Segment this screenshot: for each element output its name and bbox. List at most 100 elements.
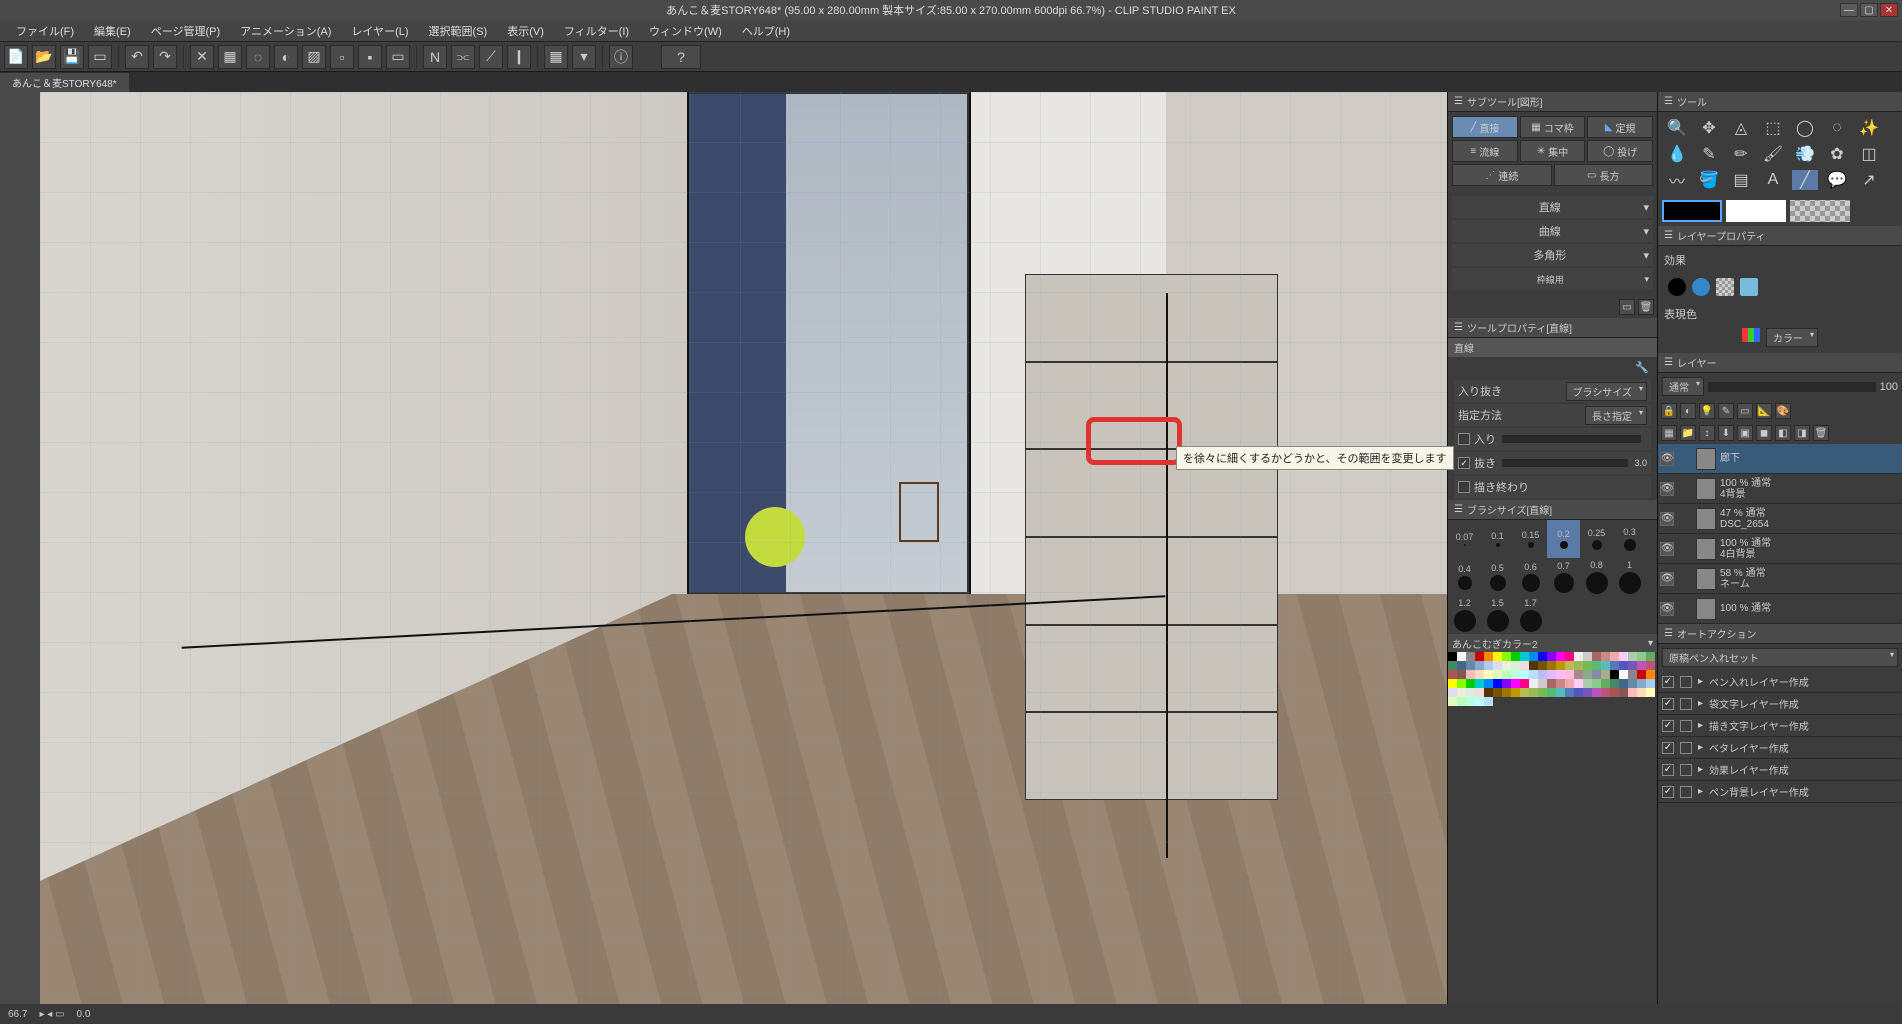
subtool-direct[interactable]: ╱直接 xyxy=(1452,116,1518,138)
action-checkbox[interactable]: ✓ xyxy=(1662,720,1674,732)
select-tool[interactable]: ◌ xyxy=(1824,118,1850,138)
menu-selection[interactable]: 選択範囲(S) xyxy=(419,23,498,39)
color-swatch[interactable] xyxy=(1637,670,1646,679)
action-row[interactable]: ✓ ▸ 袋文字レイヤー作成 xyxy=(1658,693,1902,715)
action-checkbox[interactable]: ✓ xyxy=(1662,742,1674,754)
action-toggle[interactable] xyxy=(1680,764,1692,776)
color-swatch[interactable] xyxy=(1628,670,1637,679)
color-swatch[interactable] xyxy=(1484,670,1493,679)
minimize-button[interactable]: — xyxy=(1840,3,1858,17)
color-swatch[interactable] xyxy=(1565,679,1574,688)
in-checkbox[interactable] xyxy=(1458,433,1470,445)
color-swatch[interactable] xyxy=(1502,670,1511,679)
menu-filter[interactable]: フィルター(I) xyxy=(554,23,639,39)
color-swatch[interactable] xyxy=(1502,688,1511,697)
visibility-icon[interactable]: 👁 xyxy=(1660,572,1674,586)
menu-view[interactable]: 表示(V) xyxy=(497,23,554,39)
select-all-button[interactable]: ▦ xyxy=(218,45,242,69)
color-swatch[interactable] xyxy=(1448,697,1457,706)
layer-color-icon[interactable] xyxy=(1740,278,1758,296)
chevron-down-icon[interactable]: ▾ xyxy=(1648,638,1653,649)
layer-transfer-icon[interactable]: ↕ xyxy=(1699,425,1715,441)
color-swatch[interactable] xyxy=(1511,652,1520,661)
color-swatch[interactable] xyxy=(1565,661,1574,670)
color-swatch[interactable] xyxy=(1511,688,1520,697)
color-swatch[interactable] xyxy=(1565,688,1574,697)
snap-ruler-button[interactable]: N xyxy=(423,45,447,69)
color-swatch[interactable] xyxy=(1493,670,1502,679)
brush-size-0.07[interactable]: 0.07 xyxy=(1448,520,1481,558)
shrink-button[interactable]: ▪ xyxy=(358,45,382,69)
layer-ref-icon[interactable]: 💡 xyxy=(1699,403,1715,419)
new-subtool-button[interactable]: ▭ xyxy=(1619,299,1635,315)
color-swatch[interactable] xyxy=(1583,670,1592,679)
color-swatch[interactable] xyxy=(1547,670,1556,679)
delete-subtool-button[interactable]: 🗑 xyxy=(1638,299,1654,315)
color-swatch[interactable] xyxy=(1475,670,1484,679)
correct-tool[interactable]: ↗ xyxy=(1856,170,1882,190)
canvas-button[interactable]: ▭ xyxy=(88,45,112,69)
color-swatch[interactable] xyxy=(1592,670,1601,679)
color-swatch[interactable] xyxy=(1628,688,1637,697)
brush-size-1[interactable]: 1 xyxy=(1613,558,1646,596)
color-swatch[interactable] xyxy=(1601,679,1610,688)
color-swatch[interactable] xyxy=(1547,652,1556,661)
color-swatch[interactable] xyxy=(1475,652,1484,661)
subtool-border[interactable]: 枠線用▾ xyxy=(1452,268,1653,290)
color-swatch[interactable] xyxy=(1637,661,1646,670)
visibility-icon[interactable]: 👁 xyxy=(1660,512,1674,526)
color-swatch[interactable] xyxy=(1619,652,1628,661)
subtool-stream[interactable]: ≡流線 xyxy=(1452,140,1518,162)
color-swatch[interactable] xyxy=(1520,652,1529,661)
close-button[interactable]: ✕ xyxy=(1880,3,1898,17)
text-tool[interactable]: A xyxy=(1760,170,1786,190)
brush-size-0.3[interactable]: 0.3 xyxy=(1613,520,1646,558)
color-swatch[interactable] xyxy=(1529,670,1538,679)
document-tab[interactable]: あんこ＆麦STORY648* xyxy=(0,73,129,92)
color-swatch[interactable] xyxy=(1538,679,1547,688)
new-button[interactable]: 📄 xyxy=(4,45,28,69)
layer-ruler-icon[interactable]: 📐 xyxy=(1756,403,1772,419)
clear-button[interactable]: ✕ xyxy=(190,45,214,69)
color-swatch[interactable] xyxy=(1619,679,1628,688)
zoom-tool[interactable]: 🔍 xyxy=(1664,118,1690,138)
menu-file[interactable]: ファイル(F) xyxy=(6,23,84,39)
layer-mask2-icon[interactable]: ◼ xyxy=(1756,425,1772,441)
color-swatch[interactable] xyxy=(1529,652,1538,661)
color-swatch[interactable] xyxy=(1583,688,1592,697)
action-checkbox[interactable]: ✓ xyxy=(1662,764,1674,776)
action-toggle[interactable] xyxy=(1680,720,1692,732)
redo-button[interactable]: ↷ xyxy=(153,45,177,69)
color-swatch[interactable] xyxy=(1448,652,1457,661)
eraser-tool[interactable]: ◫ xyxy=(1856,144,1882,164)
layer-color-icon[interactable]: 🎨 xyxy=(1775,403,1791,419)
layer-clip-icon[interactable]: ◐ xyxy=(1680,403,1696,419)
color-swatch[interactable] xyxy=(1583,661,1592,670)
brush-size-0.5[interactable]: 0.5 xyxy=(1481,558,1514,596)
save-button[interactable]: 💾 xyxy=(60,45,84,69)
out-checkbox[interactable]: ✓ xyxy=(1458,457,1470,469)
layer-release-icon[interactable]: ◨ xyxy=(1794,425,1810,441)
brush-size-dropdown[interactable]: ブラシサイズ xyxy=(1566,382,1648,401)
color-swatch[interactable] xyxy=(1628,652,1637,661)
airbrush-tool[interactable]: 💨 xyxy=(1792,144,1818,164)
action-toggle[interactable] xyxy=(1680,742,1692,754)
color-swatch[interactable] xyxy=(1556,670,1565,679)
menu-edit[interactable]: 編集(E) xyxy=(84,23,141,39)
color-swatch[interactable] xyxy=(1565,652,1574,661)
subtool-rect[interactable]: ▭長方 xyxy=(1554,164,1654,186)
color-swatch[interactable] xyxy=(1646,670,1655,679)
color-swatch[interactable] xyxy=(1466,697,1475,706)
autoaction-panel-header[interactable]: ☰ オートアクション xyxy=(1658,624,1902,644)
color-swatch[interactable] xyxy=(1556,661,1565,670)
color-swatch[interactable] xyxy=(1538,670,1547,679)
gradient-tool[interactable]: ▤ xyxy=(1728,170,1754,190)
action-toggle[interactable] xyxy=(1680,786,1692,798)
action-set-dropdown[interactable]: 原稿ペン入れセット xyxy=(1662,648,1898,667)
layer-row[interactable]: 👁 廊下 xyxy=(1658,444,1902,474)
subtool-frame[interactable]: ▦コマ枠 xyxy=(1520,116,1586,138)
menu-help[interactable]: ヘルプ(H) xyxy=(732,23,800,39)
color-swatch[interactable] xyxy=(1448,670,1457,679)
color-swatch[interactable] xyxy=(1457,688,1466,697)
color-swatch[interactable] xyxy=(1466,652,1475,661)
